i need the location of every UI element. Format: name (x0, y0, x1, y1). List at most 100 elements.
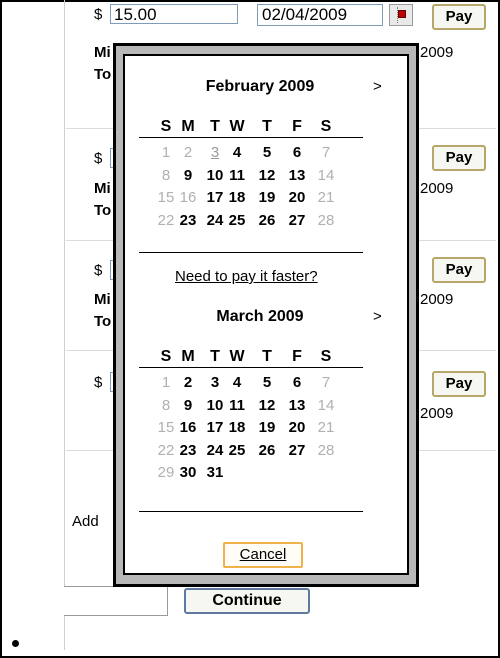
weekday-label: T (262, 118, 272, 135)
calendar-day[interactable]: 6 (286, 374, 308, 391)
currency-symbol: $ (94, 150, 103, 167)
calendar-day[interactable]: 13 (286, 167, 308, 184)
calendar-day[interactable]: 18 (226, 419, 248, 436)
calendar-day: 21 (317, 189, 335, 206)
pay-button[interactable]: Pay (432, 257, 486, 283)
calendar-day[interactable]: 4 (226, 374, 248, 391)
calendar-day[interactable]: 5 (256, 374, 278, 391)
calendar-day: 28 (317, 441, 335, 459)
calendar-day: 15 (157, 419, 175, 436)
calendar-day[interactable]: 6 (286, 144, 308, 161)
weekday-label: S (320, 118, 332, 135)
calendar-day[interactable]: 27 (286, 212, 308, 229)
calendar-day[interactable]: 23 (177, 212, 199, 229)
month-title: March 2009 (216, 308, 304, 325)
calendar-day[interactable]: 4 (226, 144, 248, 161)
currency-symbol: $ (94, 374, 103, 391)
next-month-arrow[interactable]: > (373, 308, 382, 325)
pay-button[interactable]: Pay (432, 4, 486, 30)
weekday-label: M (181, 348, 195, 365)
add-input[interactable] (64, 586, 168, 616)
row-label-2: To (94, 202, 112, 219)
header-divider (139, 137, 363, 138)
calendar-day: 3 (210, 144, 220, 161)
row-label-2: To (94, 66, 112, 83)
weekday-label: F (292, 348, 302, 365)
weekday-label: S (160, 348, 172, 365)
calendar-day[interactable]: 25 (226, 212, 248, 229)
row-label-2: To (94, 313, 112, 330)
date-suffix: 2009 (420, 405, 454, 422)
calendar-day[interactable]: 19 (256, 189, 278, 206)
calendar-popup: February 2009 > S M T W T F S 1234567891… (113, 43, 419, 587)
continue-button[interactable]: Continue (184, 588, 310, 614)
header-divider (139, 367, 363, 368)
calendar-day[interactable]: 12 (256, 397, 278, 414)
weekday-label: W (229, 348, 245, 365)
calendar-day: 7 (321, 144, 331, 161)
weekday-label: S (160, 118, 172, 135)
calendar-day[interactable]: 16 (177, 419, 199, 436)
calendar-button[interactable] (389, 4, 413, 26)
amount-input[interactable]: 15.00 (110, 4, 238, 24)
calendar-icon (398, 10, 406, 18)
calendar-day[interactable]: 12 (256, 167, 278, 184)
calendar-day[interactable]: 2 (177, 374, 199, 391)
calendar-day[interactable]: 24 (204, 212, 226, 229)
calendar-day[interactable]: 3 (204, 374, 226, 391)
pay-faster-link[interactable]: Need to pay it faster? (175, 268, 318, 285)
calendar-day[interactable]: 24 (204, 442, 226, 459)
calendar-day[interactable]: 11 (226, 167, 248, 184)
weekday-label: T (262, 348, 272, 365)
calendar-day[interactable]: 20 (286, 189, 308, 206)
currency-symbol: $ (94, 262, 103, 279)
row-label-1: Mi (94, 44, 111, 61)
calendar-day: 28 (317, 211, 335, 229)
calendar-day[interactable]: 25 (226, 442, 248, 459)
month-title: February 2009 (205, 78, 315, 95)
add-label: Add (72, 513, 99, 530)
calendar-day[interactable]: 10 (204, 397, 226, 414)
date-suffix: 2009 (420, 180, 454, 197)
calendar-day[interactable]: 5 (256, 144, 278, 161)
cancel-button[interactable]: Cancel (223, 542, 303, 568)
calendar-day[interactable]: 9 (177, 397, 199, 414)
month-divider (139, 252, 363, 253)
calendar-day: 7 (321, 374, 331, 391)
weekday-label: S (320, 348, 332, 365)
calendar-day: 1 (161, 374, 171, 391)
calendar-day[interactable]: 17 (204, 419, 226, 436)
row-label-1: Mi (94, 291, 111, 308)
calendar-day[interactable]: 27 (286, 442, 308, 459)
date-input[interactable]: 02/04/2009 (257, 4, 383, 26)
calendar-day: 14 (317, 166, 335, 184)
weekday-label: M (181, 118, 195, 135)
calendar-day: 21 (317, 419, 335, 436)
calendar-day[interactable]: 30 (177, 464, 199, 481)
pay-button[interactable]: Pay (432, 371, 486, 397)
calendar-day[interactable]: 17 (204, 189, 226, 206)
next-month-arrow[interactable]: > (373, 78, 382, 95)
weekday-label: T (210, 348, 220, 365)
calendar-day[interactable]: 23 (177, 442, 199, 459)
calendar-day[interactable]: 9 (177, 167, 199, 184)
calendar-day: 14 (317, 396, 335, 414)
calendar-day: 1 (161, 144, 171, 161)
calendar-day[interactable]: 26 (256, 442, 278, 459)
row-label-1: Mi (94, 180, 111, 197)
calendar-day[interactable]: 11 (226, 397, 248, 414)
calendar-day[interactable]: 19 (256, 419, 278, 436)
pay-button[interactable]: Pay (432, 145, 486, 171)
calendar-popup-frame: February 2009 > S M T W T F S 1234567891… (116, 46, 416, 584)
calendar-day: 22 (157, 441, 175, 459)
currency-symbol: $ (94, 6, 103, 23)
calendar-day[interactable]: 13 (286, 397, 308, 414)
calendar-day[interactable]: 20 (286, 419, 308, 436)
calendar-day[interactable]: 18 (226, 189, 248, 206)
calendar-day: 16 (179, 189, 197, 206)
calendar-day[interactable]: 26 (256, 212, 278, 229)
calendar-day: 29 (157, 464, 175, 481)
calendar-day[interactable]: 31 (204, 464, 226, 481)
calendar-day[interactable]: 10 (204, 167, 226, 184)
month-divider (139, 511, 363, 512)
